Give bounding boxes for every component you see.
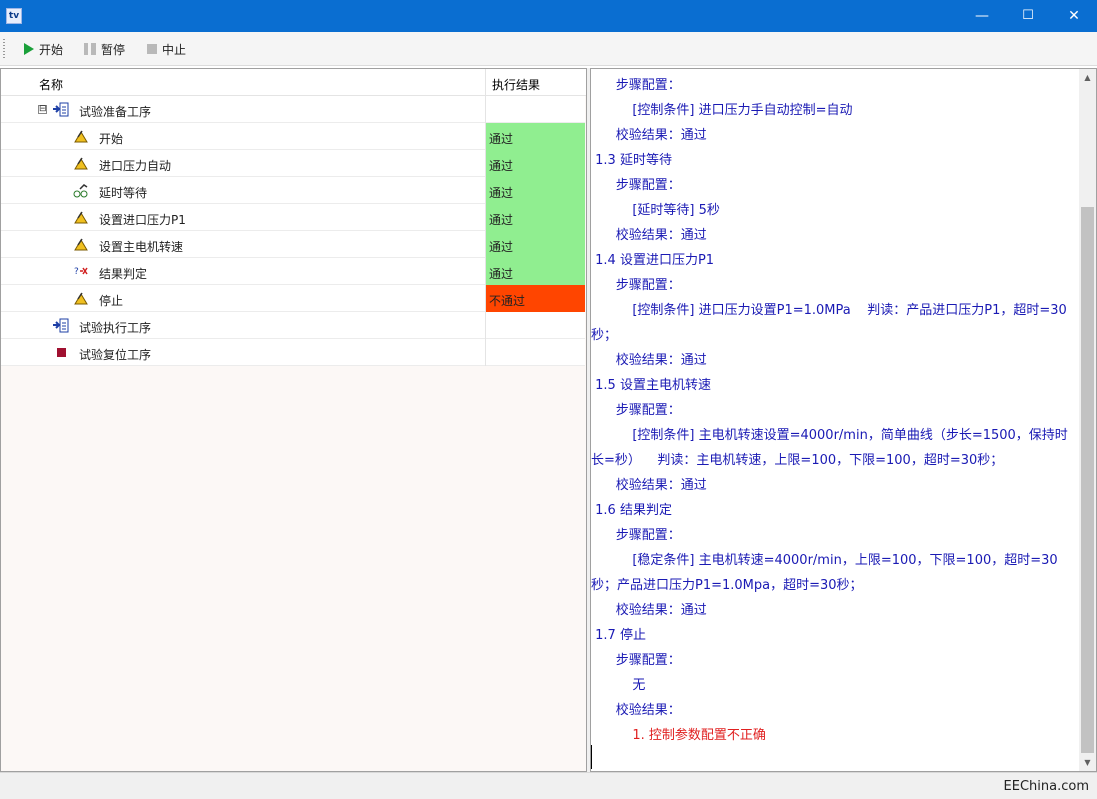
grid-header: 名称 执行结果 xyxy=(1,69,586,96)
row-label: 开始 xyxy=(99,132,124,146)
log-line: [控制条件] 进口压力设置P1=1.0MPa 判读：产品进口压力P1，超时=30 xyxy=(591,303,1067,318)
log-line: 长=秒） 判读：主电机转速，上限=100，下限=100，超时=30秒； xyxy=(591,453,1004,468)
step-icon xyxy=(74,130,88,143)
row-result: 不通过 xyxy=(485,285,585,312)
step-icon xyxy=(74,157,88,170)
log-line: 步骤配置： xyxy=(591,178,681,193)
pause-icon xyxy=(84,43,96,55)
row-label: 试验执行工序 xyxy=(79,321,152,335)
log-line: 秒； xyxy=(591,328,618,343)
log-line: 校验结果：通过 xyxy=(591,353,707,368)
stop-icon xyxy=(147,44,157,54)
row-label: 试验准备工序 xyxy=(79,105,152,119)
row-result xyxy=(485,312,585,339)
start-button[interactable]: 开始 xyxy=(24,39,63,59)
log-line: 1.7 停止 xyxy=(591,628,646,643)
maximize-button[interactable]: ☐ xyxy=(1005,0,1051,32)
tree-row-procedure[interactable]: ⊟ 试验准备工序 xyxy=(1,96,585,123)
column-header-result[interactable]: 执行结果 xyxy=(485,69,585,96)
judge-icon: ? xyxy=(74,267,88,277)
log-line: 秒；产品进口压力P1=1.0Mpa，超时=30秒； xyxy=(591,578,863,593)
log-line: [控制条件] 进口压力手自动控制=自动 xyxy=(591,103,853,118)
log-line: [延时等待] 5秒 xyxy=(591,203,720,218)
log-line: 步骤配置： xyxy=(591,403,681,418)
procedure-icon xyxy=(53,102,69,117)
row-label: 设置进口压力P1 xyxy=(99,213,186,227)
procedure-icon xyxy=(53,318,69,333)
scroll-down-icon[interactable]: ▼ xyxy=(1079,754,1096,771)
start-label: 开始 xyxy=(39,42,64,57)
abort-label: 中止 xyxy=(162,42,187,57)
row-label: 延时等待 xyxy=(99,186,148,200)
row-label: 停止 xyxy=(99,294,124,308)
log-line: 校验结果：通过 xyxy=(591,228,707,243)
text-caret xyxy=(591,745,592,769)
title-bar: tv — ☐ ✕ xyxy=(0,0,1097,32)
log-error-line: 1. 控制参数配置不正确 xyxy=(591,728,766,743)
minimize-button[interactable]: — xyxy=(959,0,1005,32)
log-line: 步骤配置： xyxy=(591,653,681,668)
tree-row-procedure[interactable]: 试验执行工序 xyxy=(1,312,585,339)
pause-button[interactable]: 暂停 xyxy=(84,39,125,59)
row-result: 通过 xyxy=(485,177,585,204)
abort-button[interactable]: 中止 xyxy=(147,39,186,59)
step-tree-grid[interactable]: 名称 执行结果 ⊟ 试验准备工序 开始 通过 进口压力自动 通过 延时等待 通过… xyxy=(0,68,586,772)
play-icon xyxy=(24,43,34,55)
row-result xyxy=(485,96,585,123)
log-line: 校验结果： xyxy=(591,703,681,718)
log-line: 1.3 延时等待 xyxy=(591,153,672,168)
tree-row-step[interactable]: 停止 不通过 xyxy=(1,285,585,312)
column-header-name[interactable]: 名称 xyxy=(39,76,63,93)
collapse-icon[interactable]: ⊟ xyxy=(38,105,47,114)
log-line: 1.6 结果判定 xyxy=(591,503,672,518)
scroll-thumb[interactable] xyxy=(1081,207,1094,753)
toolbar: 开始 暂停 中止 xyxy=(0,32,1097,66)
row-label: 进口压力自动 xyxy=(99,159,172,173)
log-line: 步骤配置： xyxy=(591,278,681,293)
status-bar: EEChina.com xyxy=(0,772,1097,799)
row-result: 通过 xyxy=(485,123,585,150)
row-label: 试验复位工序 xyxy=(79,348,152,362)
tree-row-step[interactable]: 延时等待 通过 xyxy=(1,177,585,204)
step-icon xyxy=(74,292,88,305)
row-label: 设置主电机转速 xyxy=(99,240,184,254)
log-panel[interactable]: 步骤配置： [控制条件] 进口压力手自动控制=自动 校验结果：通过 1.3 延时… xyxy=(590,68,1097,772)
pause-label: 暂停 xyxy=(101,42,126,57)
row-result xyxy=(485,339,585,366)
close-button[interactable]: ✕ xyxy=(1051,0,1097,32)
row-result: 通过 xyxy=(485,204,585,231)
tree-row-step[interactable]: 进口压力自动 通过 xyxy=(1,150,585,177)
svg-text:?: ? xyxy=(74,267,79,277)
step-icon xyxy=(74,238,88,251)
log-line: 校验结果：通过 xyxy=(591,478,707,493)
app-icon: tv xyxy=(6,8,22,24)
log-line: 步骤配置： xyxy=(591,528,681,543)
log-line: [控制条件] 主电机转速设置=4000r/min，简单曲线（步长=1500，保持… xyxy=(591,428,1068,443)
toolbar-grip[interactable] xyxy=(3,39,5,59)
row-result: 通过 xyxy=(485,258,585,285)
log-line: 无 xyxy=(591,678,646,693)
log-line: 1.4 设置进口压力P1 xyxy=(591,253,715,268)
scroll-up-icon[interactable]: ▲ xyxy=(1079,69,1096,86)
log-line: 步骤配置： xyxy=(591,78,681,93)
row-result: 通过 xyxy=(485,150,585,177)
tree-row-step[interactable]: 设置进口压力P1 通过 xyxy=(1,204,585,231)
log-line: [稳定条件] 主电机转速=4000r/min，上限=100，下限=100，超时=… xyxy=(591,553,1058,568)
tree-row-step[interactable]: 设置主电机转速 通过 xyxy=(1,231,585,258)
reset-icon xyxy=(57,348,66,357)
log-text: 步骤配置： [控制条件] 进口压力手自动控制=自动 校验结果：通过 1.3 延时… xyxy=(591,73,1079,748)
vertical-scrollbar[interactable]: ▲ ▼ xyxy=(1079,69,1096,771)
delay-icon xyxy=(73,184,88,198)
tree-row-procedure[interactable]: 试验复位工序 xyxy=(1,339,585,366)
watermark-text: EEChina.com xyxy=(1003,779,1089,794)
log-line: 1.5 设置主电机转速 xyxy=(591,378,711,393)
row-result: 通过 xyxy=(485,231,585,258)
tree-row-step[interactable]: 开始 通过 xyxy=(1,123,585,150)
log-line: 校验结果：通过 xyxy=(591,128,707,143)
log-line: 校验结果：通过 xyxy=(591,603,707,618)
tree-row-step[interactable]: ? 结果判定 通过 xyxy=(1,258,585,285)
row-label: 结果判定 xyxy=(99,267,148,281)
step-icon xyxy=(74,211,88,224)
